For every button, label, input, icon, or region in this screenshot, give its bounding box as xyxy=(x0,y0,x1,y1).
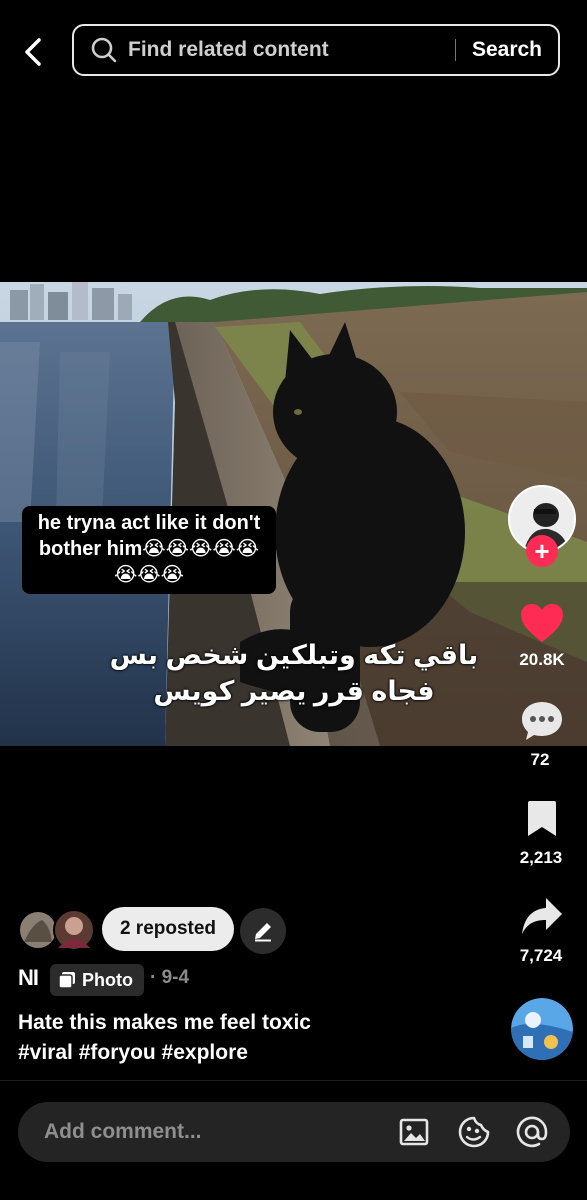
caption-overlay: he tryna act like it don't bother him😭😭😭… xyxy=(22,506,276,594)
search-bar[interactable]: Find related content Search xyxy=(72,24,560,76)
sound-cover-image xyxy=(511,998,573,1060)
post-type-badge: Photo xyxy=(50,964,144,996)
chevron-left-icon xyxy=(25,38,41,66)
reposted-button[interactable]: 2 reposted xyxy=(102,907,234,951)
arabic-overlay-line1: باقي تكه وتبلكين شخص بس xyxy=(109,640,479,670)
post-type-label: Photo xyxy=(82,969,133,990)
pencil-icon xyxy=(255,923,271,942)
post-date: · 9-4 xyxy=(150,967,190,988)
reposter-avatar-images xyxy=(18,909,95,951)
heart-icon xyxy=(521,604,563,642)
description-hashtags[interactable]: #viral #foryou #explore xyxy=(18,1038,488,1068)
post-description: Hate this makes me feel toxic #viral #fo… xyxy=(18,1008,488,1069)
mention-button[interactable] xyxy=(514,1114,550,1150)
arabic-overlay-line2: فجاه قرر يصير كويس xyxy=(153,675,435,706)
emoji-icon xyxy=(458,1116,490,1148)
save-count: 2,213 xyxy=(519,848,563,867)
author-name[interactable]: NI xyxy=(18,965,39,991)
image-button[interactable] xyxy=(396,1114,432,1150)
share-count: 7,724 xyxy=(519,946,563,965)
follow-button[interactable]: + xyxy=(526,535,558,567)
arabic-overlay: باقي تكه وتبلكين شخص بس فجاه قرر يصير كو… xyxy=(84,638,504,710)
comment-placeholder[interactable]: Add comment... xyxy=(44,1120,202,1144)
photo-icon xyxy=(58,972,75,989)
search-divider xyxy=(454,39,456,61)
plus-icon: + xyxy=(534,536,550,566)
share-button[interactable] xyxy=(514,896,570,938)
search-button[interactable]: Search xyxy=(472,38,542,62)
at-icon xyxy=(516,1116,548,1148)
post-date-value: 9-4 xyxy=(161,967,190,988)
comment-button[interactable] xyxy=(514,700,570,742)
like-count: 20.8K xyxy=(519,650,565,669)
image-icon xyxy=(399,1118,429,1146)
share-arrow-icon xyxy=(522,898,562,934)
like-button[interactable] xyxy=(514,602,570,644)
bookmark-icon xyxy=(528,801,556,836)
sound-disc[interactable] xyxy=(511,998,573,1060)
edit-button[interactable] xyxy=(240,908,286,954)
speech-bubble-icon xyxy=(522,702,562,740)
save-button[interactable] xyxy=(514,800,570,838)
divider xyxy=(0,1080,587,1081)
reposter-avatars[interactable] xyxy=(18,908,98,952)
comment-count: 72 xyxy=(530,750,550,769)
search-input[interactable]: Find related content xyxy=(128,38,455,62)
back-button[interactable] xyxy=(14,30,54,74)
emoji-button[interactable] xyxy=(456,1114,492,1150)
search-icon xyxy=(91,37,117,63)
description-text: Hate this makes me feel toxic xyxy=(18,1011,311,1034)
